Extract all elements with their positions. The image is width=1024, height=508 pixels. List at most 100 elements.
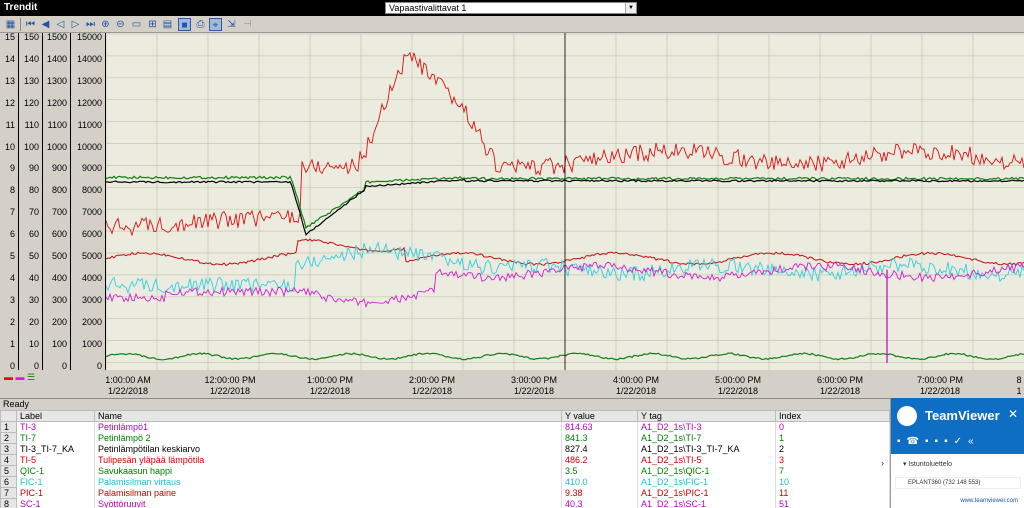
col-idx[interactable]: Index: [775, 410, 890, 422]
cell-idx: 4: [0, 454, 17, 466]
chevron-down-icon[interactable]: ▼: [625, 3, 636, 13]
cell-tag: A1_D2_1s\FIC-1: [637, 476, 776, 488]
time-label: 2:00:00 PM 1/22/2018: [408, 375, 456, 396]
y-tick-label: 11: [5, 119, 15, 130]
cell-i: 7: [775, 465, 890, 477]
table-row[interactable]: 7 PIC-1 Palamisilman paine 9.38 A1_D2_1s\PIC…: [0, 487, 890, 499]
teamviewer-link[interactable]: www.teamviewer.com: [960, 498, 1018, 504]
y-tick-label: 12: [4, 97, 15, 108]
cell-idx: 3: [0, 443, 17, 455]
table-row[interactable]: 8 SC-1 Syöttöruuvit 40.3 A1_D2_1s\SC-1 51: [0, 498, 890, 508]
col-index: [0, 410, 17, 422]
y-tick-label: 140: [23, 53, 39, 64]
cell-label: TI-5: [16, 454, 95, 466]
last-icon[interactable]: ⏭: [84, 18, 97, 31]
y-tick-label: 13000: [76, 75, 102, 86]
y-axis-1[interactable]: 15 14 13 12 11 10 9 8 7 6 5 4 3 2 1 0: [0, 32, 19, 371]
cell-name: Petinlämpö1: [94, 421, 562, 433]
table-row[interactable]: 3 TI-3_TI-7_KA Petinlämpötilan keskiarvo 82…: [0, 443, 890, 455]
time-label: 1:00:00 AM 1/22/2018: [105, 375, 151, 396]
y-tick-label: 9000: [81, 163, 102, 174]
zoom-in-icon[interactable]: ⊕: [99, 18, 112, 31]
preset-select[interactable]: Vapaastivalittavat 1 ▼: [385, 2, 637, 14]
chevron-right-icon[interactable]: ›: [881, 458, 884, 468]
y-tick-label: 1400: [46, 53, 67, 64]
teamviewer-logo-icon: [897, 406, 917, 426]
y-axis-2[interactable]: 150 140 130 120 110 100 90 80 70 60 50 40 30 20 10 0: [19, 32, 43, 371]
pen-legend-icons[interactable]: ▬ ▬ ☰: [4, 372, 35, 383]
prev-page-icon[interactable]: ◀: [39, 18, 52, 31]
y-tick-label: 300: [51, 294, 67, 305]
cell-name: Savukaasun happi: [94, 465, 562, 477]
y-tick-label: 110: [24, 119, 39, 130]
cell-idx: 5: [0, 465, 17, 477]
time-label: 1:00:00 PM 1/22/2018: [306, 375, 354, 396]
session-list-label[interactable]: ▾ Istuntoluettelo: [903, 460, 952, 468]
y-tick-label: 2: [9, 316, 15, 327]
cell-y: 9.38: [561, 487, 638, 499]
y-tick-label: 5: [9, 251, 15, 261]
first-icon[interactable]: ⏮: [24, 18, 37, 31]
layout-icon[interactable]: ▦: [4, 18, 17, 31]
table-row[interactable]: 4 TI-5 Tulipesän yläpää lämpötila 486.2 A1_D…: [0, 454, 890, 466]
cell-y: 40.3: [561, 498, 638, 508]
pen-list-icon[interactable]: ☰: [27, 372, 35, 382]
cell-idx: 8: [0, 498, 17, 508]
table-row[interactable]: 5 QIC-1 Savukaasun happi 3.5 A1_D2_1s\QIC-1 7: [0, 465, 890, 477]
cell-tag: A1_D2_1s\TI-7: [637, 432, 776, 444]
teamviewer-toolbar[interactable]: ▪☎▪▪▪✓«: [897, 436, 980, 447]
print-icon[interactable]: ⎙: [194, 18, 207, 31]
y-axis-4[interactable]: 15000 14000 13000 12000 11000 10000 9000 8000 70…: [71, 32, 106, 371]
close-icon[interactable]: ✕: [1008, 407, 1018, 421]
table-row[interactable]: 2 TI-7 Petinlämpö 2 841.3 A1_D2_1s\TI-7 1: [0, 432, 890, 444]
zoom-out-icon[interactable]: ⊖: [114, 18, 127, 31]
col-label[interactable]: Label: [16, 410, 95, 422]
live-icon[interactable]: ■: [178, 18, 191, 31]
pen-red-icon[interactable]: ▬: [4, 372, 13, 382]
grid-icon[interactable]: ⊞: [146, 18, 159, 31]
y-tick-label: 1300: [46, 75, 67, 86]
y-tick-label: 50: [28, 251, 39, 261]
cell-label: TI-7: [16, 432, 95, 444]
table-row[interactable]: 1 TI-3 Petinlämpö1 814.63 A1_D2_1s\TI-3 0: [0, 421, 890, 433]
cell-i: 10: [775, 476, 890, 488]
trend-plot[interactable]: [106, 33, 1024, 370]
col-ytag[interactable]: Y tag: [637, 410, 776, 422]
cell-tag: A1_D2_1s\TI-3_TI-7_KA: [637, 443, 776, 455]
prev-icon[interactable]: ◁: [54, 18, 67, 31]
y-tick-label: 10000: [76, 141, 102, 152]
y-tick-label: 1000: [46, 141, 67, 152]
data-icon[interactable]: ▤: [161, 18, 174, 31]
cell-tag: A1_D2_1s\PIC-1: [637, 487, 776, 499]
y-axis-3[interactable]: 1500 1400 1300 1200 1100 1000 900 800 700 600 500 4…: [43, 32, 71, 371]
session-partner[interactable]: EPLANT360 (732 148 553): [895, 477, 1021, 489]
y-tick-label: 700: [51, 207, 67, 218]
status-bar: Ready: [0, 398, 1024, 410]
y-tick-label: 4: [9, 272, 15, 283]
cell-tag: A1_D2_1s\QIC-1: [637, 465, 776, 477]
y-tick-label: 7: [9, 207, 15, 218]
y-tick-label: 70: [28, 207, 39, 218]
cell-name: Palamisilman paine: [94, 487, 562, 499]
y-tick-label: 120: [23, 97, 39, 108]
window-icon[interactable]: ▭: [130, 18, 143, 31]
y-tick-label: 900: [51, 163, 67, 174]
cell-i: 51: [775, 498, 890, 508]
cell-y: 814.63: [561, 421, 638, 433]
cell-y: 486.2: [561, 454, 638, 466]
cell-label: QIC-1: [16, 465, 95, 477]
stop-icon: ⊣: [243, 19, 252, 30]
export-icon[interactable]: ⇲: [225, 18, 238, 31]
col-name[interactable]: Name: [94, 410, 562, 422]
col-yvalue[interactable]: Y value: [561, 410, 638, 422]
y-tick-label: 1100: [47, 119, 67, 130]
cell-i: 1: [775, 432, 890, 444]
window-title: Trendit: [4, 2, 38, 13]
y-tick-label: 8: [9, 185, 15, 196]
time-label: 6:00:00 PM 1/22/2018: [816, 375, 864, 396]
table-row[interactable]: 6 FIC-1 Palamisilman virtaus 410.0 A1_D2_1s\…: [0, 476, 890, 488]
pen-magenta-icon[interactable]: ▬: [16, 372, 25, 382]
y-tick-label: 1: [9, 338, 15, 349]
cursor-icon[interactable]: ⌖: [209, 18, 222, 31]
next-icon[interactable]: ▷: [69, 18, 82, 31]
